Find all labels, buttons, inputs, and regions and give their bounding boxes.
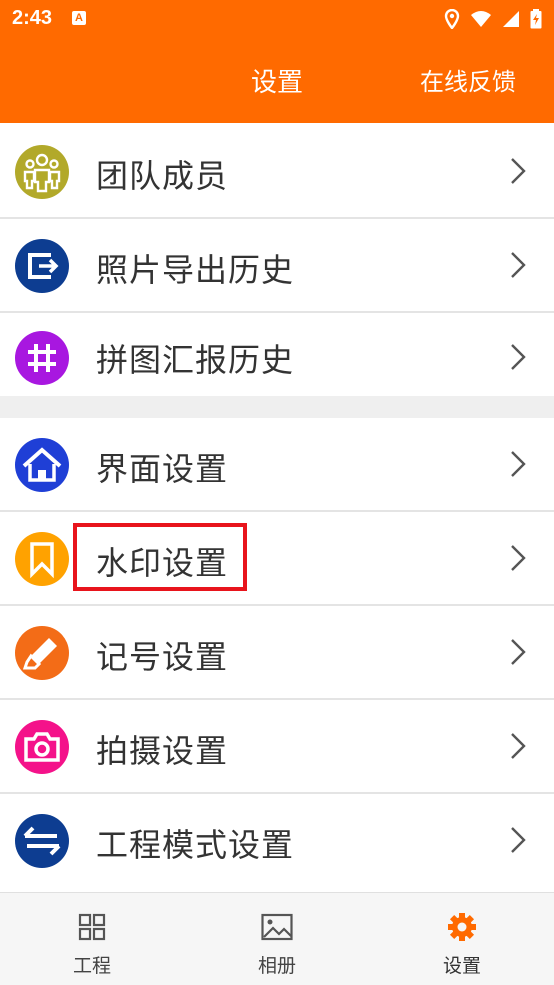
home-icon <box>15 438 69 492</box>
row-label: 团队成员 <box>96 157 229 195</box>
grid-hash-icon <box>15 331 69 385</box>
row-label: 拍摄设置 <box>96 732 229 770</box>
nav-tab-settings[interactable]: 设置 <box>370 893 554 985</box>
location-icon <box>444 9 460 29</box>
row-label: 界面设置 <box>96 450 229 488</box>
camera-icon <box>15 720 69 774</box>
nav-label: 工程 <box>72 955 111 977</box>
wifi-icon <box>471 11 491 27</box>
signal-icon <box>503 11 519 27</box>
chevron-right-icon <box>511 733 526 759</box>
gear-icon <box>448 913 476 941</box>
feedback-link[interactable]: 在线反馈 <box>420 62 516 97</box>
status-bar: 2:43 A <box>0 0 554 38</box>
nav-tab-album[interactable]: 相册 <box>185 893 369 985</box>
swap-arrows-icon <box>15 814 69 868</box>
row-label: 水印设置 <box>96 544 229 582</box>
marker-icon <box>15 626 69 680</box>
grid-icon <box>78 913 106 941</box>
row-interface-settings[interactable]: 界面设置 <box>0 418 554 512</box>
battery-icon <box>530 9 542 29</box>
row-label: 记号设置 <box>96 638 229 676</box>
row-label: 拼图汇报历史 <box>96 341 295 379</box>
app-header: 2:43 A 设置 在线反馈 <box>0 0 554 123</box>
status-time: 2:43 <box>12 7 53 29</box>
image-icon <box>261 913 293 941</box>
row-team-members[interactable]: 团队成员 <box>0 125 554 219</box>
chevron-right-icon <box>511 451 526 477</box>
row-engineering-mode-settings[interactable]: 工程模式设置 <box>0 794 554 888</box>
nav-label: 设置 <box>442 955 481 977</box>
chevron-right-icon <box>511 344 526 370</box>
bottom-navigation: 工程 相册 设置 <box>0 892 554 985</box>
section-separator <box>0 396 554 418</box>
chevron-right-icon <box>511 252 526 278</box>
nav-tab-projects[interactable]: 工程 <box>0 893 184 985</box>
status-icons <box>444 8 542 30</box>
app-notification-icon: A <box>72 11 86 25</box>
team-members-icon <box>15 145 69 199</box>
row-label: 照片导出历史 <box>96 251 295 289</box>
chevron-right-icon <box>511 158 526 184</box>
chevron-right-icon <box>511 545 526 571</box>
row-photo-export-history[interactable]: 照片导出历史 <box>0 219 554 313</box>
nav-label: 相册 <box>257 955 296 977</box>
chevron-right-icon <box>511 827 526 853</box>
row-watermark-settings[interactable]: 水印设置 <box>0 512 554 606</box>
row-shooting-settings[interactable]: 拍摄设置 <box>0 700 554 794</box>
bookmark-icon <box>15 532 69 586</box>
photo-export-icon <box>15 239 69 293</box>
row-collage-report-history[interactable]: 拼图汇报历史 <box>0 313 554 396</box>
row-label: 工程模式设置 <box>96 826 295 864</box>
row-marker-settings[interactable]: 记号设置 <box>0 606 554 700</box>
chevron-right-icon <box>511 639 526 665</box>
